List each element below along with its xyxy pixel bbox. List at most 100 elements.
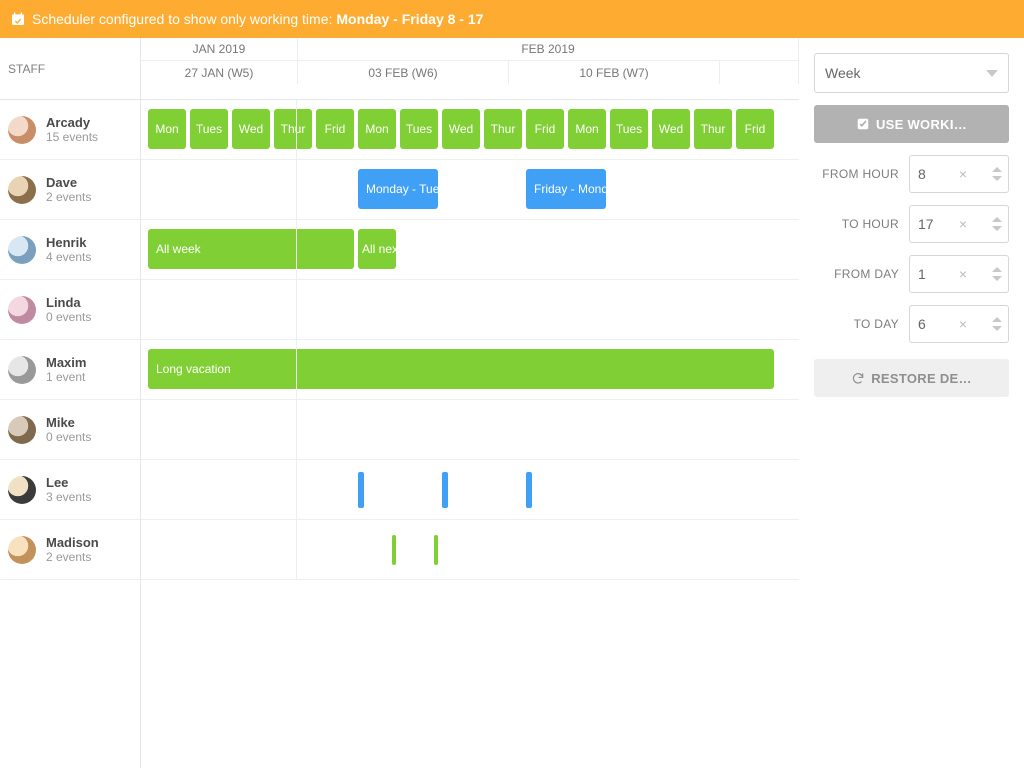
event-day[interactable]: Tues	[190, 109, 228, 149]
timeline-row-mike[interactable]	[141, 400, 799, 460]
from-hour-label: FROM HOUR	[822, 167, 899, 181]
event-day[interactable]: Frid	[316, 109, 354, 149]
to-day-input[interactable]	[910, 315, 956, 333]
timeline-row-linda[interactable]	[141, 280, 799, 340]
week-w7: 10 FEB (W7)	[509, 60, 720, 84]
event-day[interactable]: Tues	[610, 109, 648, 149]
from-hour-input[interactable]	[910, 165, 956, 183]
to-hour-input-box[interactable]: ×	[909, 205, 1009, 243]
event-day[interactable]: Wed	[652, 109, 690, 149]
settings-sidebar: Week USE WORKI… FROM HOUR × TO HOUR ×	[799, 38, 1024, 768]
week-w8	[720, 60, 799, 84]
staff-events: 2 events	[46, 190, 91, 204]
staff-name: Maxim	[46, 355, 86, 371]
step-down-icon[interactable]	[992, 176, 1002, 181]
staff-row-lee[interactable]: Lee 3 events	[0, 460, 140, 520]
from-day-input[interactable]	[910, 265, 956, 283]
event-lee-2[interactable]	[442, 472, 448, 508]
event-day[interactable]: Thur	[274, 109, 312, 149]
event-day[interactable]: Wed	[442, 109, 480, 149]
event-dave-mon[interactable]: Monday - Tuesday	[358, 169, 438, 209]
month-jan: JAN 2019	[141, 38, 298, 60]
use-working-time-button[interactable]: USE WORKI…	[814, 105, 1009, 143]
step-down-icon[interactable]	[992, 326, 1002, 331]
avatar	[8, 416, 36, 444]
avatar	[8, 116, 36, 144]
from-hour-input-box[interactable]: ×	[909, 155, 1009, 193]
event-madison-1[interactable]	[392, 535, 396, 565]
event-lee-1[interactable]	[358, 472, 364, 508]
event-day[interactable]: Frid	[526, 109, 564, 149]
staff-row-dave[interactable]: Dave 2 events	[0, 160, 140, 220]
timeline-row-maxim[interactable]: Long vacation	[141, 340, 799, 400]
to-day-input-box[interactable]: ×	[909, 305, 1009, 343]
step-up-icon[interactable]	[992, 167, 1002, 172]
event-day[interactable]: Mon	[358, 109, 396, 149]
avatar	[8, 296, 36, 324]
staff-column: STAFF Arcady 15 events Dave 2 events H	[0, 38, 141, 768]
staff-header: STAFF	[0, 38, 140, 100]
step-up-icon[interactable]	[992, 217, 1002, 222]
event-day[interactable]: Wed	[232, 109, 270, 149]
staff-row-madison[interactable]: Madison 2 events	[0, 520, 140, 580]
event-maxim-vacation[interactable]: Long vacation	[148, 349, 774, 389]
staff-events: 0 events	[46, 430, 91, 444]
week-w6: 03 FEB (W6)	[298, 60, 509, 84]
staff-row-linda[interactable]: Linda 0 events	[0, 280, 140, 340]
from-day-input-box[interactable]: ×	[909, 255, 1009, 293]
staff-name: Dave	[46, 175, 91, 191]
restore-label: RESTORE DE…	[871, 371, 972, 386]
timeline-row-madison[interactable]	[141, 520, 799, 580]
staff-name: Arcady	[46, 115, 98, 131]
step-down-icon[interactable]	[992, 276, 1002, 281]
step-up-icon[interactable]	[992, 267, 1002, 272]
view-select-value: Week	[825, 65, 861, 81]
staff-name: Mike	[46, 415, 91, 431]
view-select[interactable]: Week	[814, 53, 1009, 93]
event-day[interactable]: Mon	[568, 109, 606, 149]
event-day[interactable]: Thur	[484, 109, 522, 149]
avatar	[8, 476, 36, 504]
to-hour-label: TO HOUR	[842, 217, 899, 231]
restore-defaults-button[interactable]: RESTORE DE…	[814, 359, 1009, 397]
event-day[interactable]: Tues	[400, 109, 438, 149]
event-day[interactable]: Frid	[736, 109, 774, 149]
staff-events: 0 events	[46, 310, 91, 324]
staff-name: Linda	[46, 295, 91, 311]
timeline-row-arcady[interactable]: Mon Tues Wed Thur Frid Mon Tues Wed Thur…	[141, 100, 799, 160]
timeline-row-lee[interactable]	[141, 460, 799, 520]
banner-range: Monday - Friday 8 - 17	[336, 11, 483, 27]
refresh-icon	[851, 371, 865, 385]
week-w5: 27 JAN (W5)	[141, 60, 298, 84]
timeline-body[interactable]: Mon Tues Wed Thur Frid Mon Tues Wed Thur…	[141, 100, 799, 768]
timeline-header: JAN 2019 FEB 2019 27 JAN (W5) 03 FEB (W6…	[141, 38, 799, 100]
to-hour-input[interactable]	[910, 215, 956, 233]
timeline-row-henrik[interactable]: All week All next week	[141, 220, 799, 280]
staff-row-maxim[interactable]: Maxim 1 event	[0, 340, 140, 400]
staff-events: 2 events	[46, 550, 99, 564]
staff-row-henrik[interactable]: Henrik 4 events	[0, 220, 140, 280]
timeline-area[interactable]: JAN 2019 FEB 2019 27 JAN (W5) 03 FEB (W6…	[141, 38, 799, 768]
event-henrik-allnext[interactable]: All next week	[358, 229, 396, 269]
event-henrik-allweek[interactable]: All week	[148, 229, 354, 269]
event-madison-2[interactable]	[434, 535, 438, 565]
to-day-label: TO DAY	[854, 317, 899, 331]
event-dave-fri[interactable]: Friday - Monday	[526, 169, 606, 209]
timeline-row-dave[interactable]: Monday - Tuesday Friday - Monday	[141, 160, 799, 220]
event-day[interactable]: Thur	[694, 109, 732, 149]
chevron-down-icon	[986, 70, 998, 77]
event-lee-3[interactable]	[526, 472, 532, 508]
clear-icon[interactable]: ×	[956, 316, 970, 332]
step-up-icon[interactable]	[992, 317, 1002, 322]
clear-icon[interactable]: ×	[956, 216, 970, 232]
clear-icon[interactable]: ×	[956, 266, 970, 282]
use-working-label: USE WORKI…	[876, 117, 967, 132]
clear-icon[interactable]: ×	[956, 166, 970, 182]
staff-row-arcady[interactable]: Arcady 15 events	[0, 100, 140, 160]
avatar	[8, 236, 36, 264]
staff-list: Arcady 15 events Dave 2 events Henrik 4 …	[0, 100, 140, 768]
step-down-icon[interactable]	[992, 226, 1002, 231]
calendar-icon	[10, 11, 26, 27]
staff-row-mike[interactable]: Mike 0 events	[0, 400, 140, 460]
event-day[interactable]: Mon	[148, 109, 186, 149]
